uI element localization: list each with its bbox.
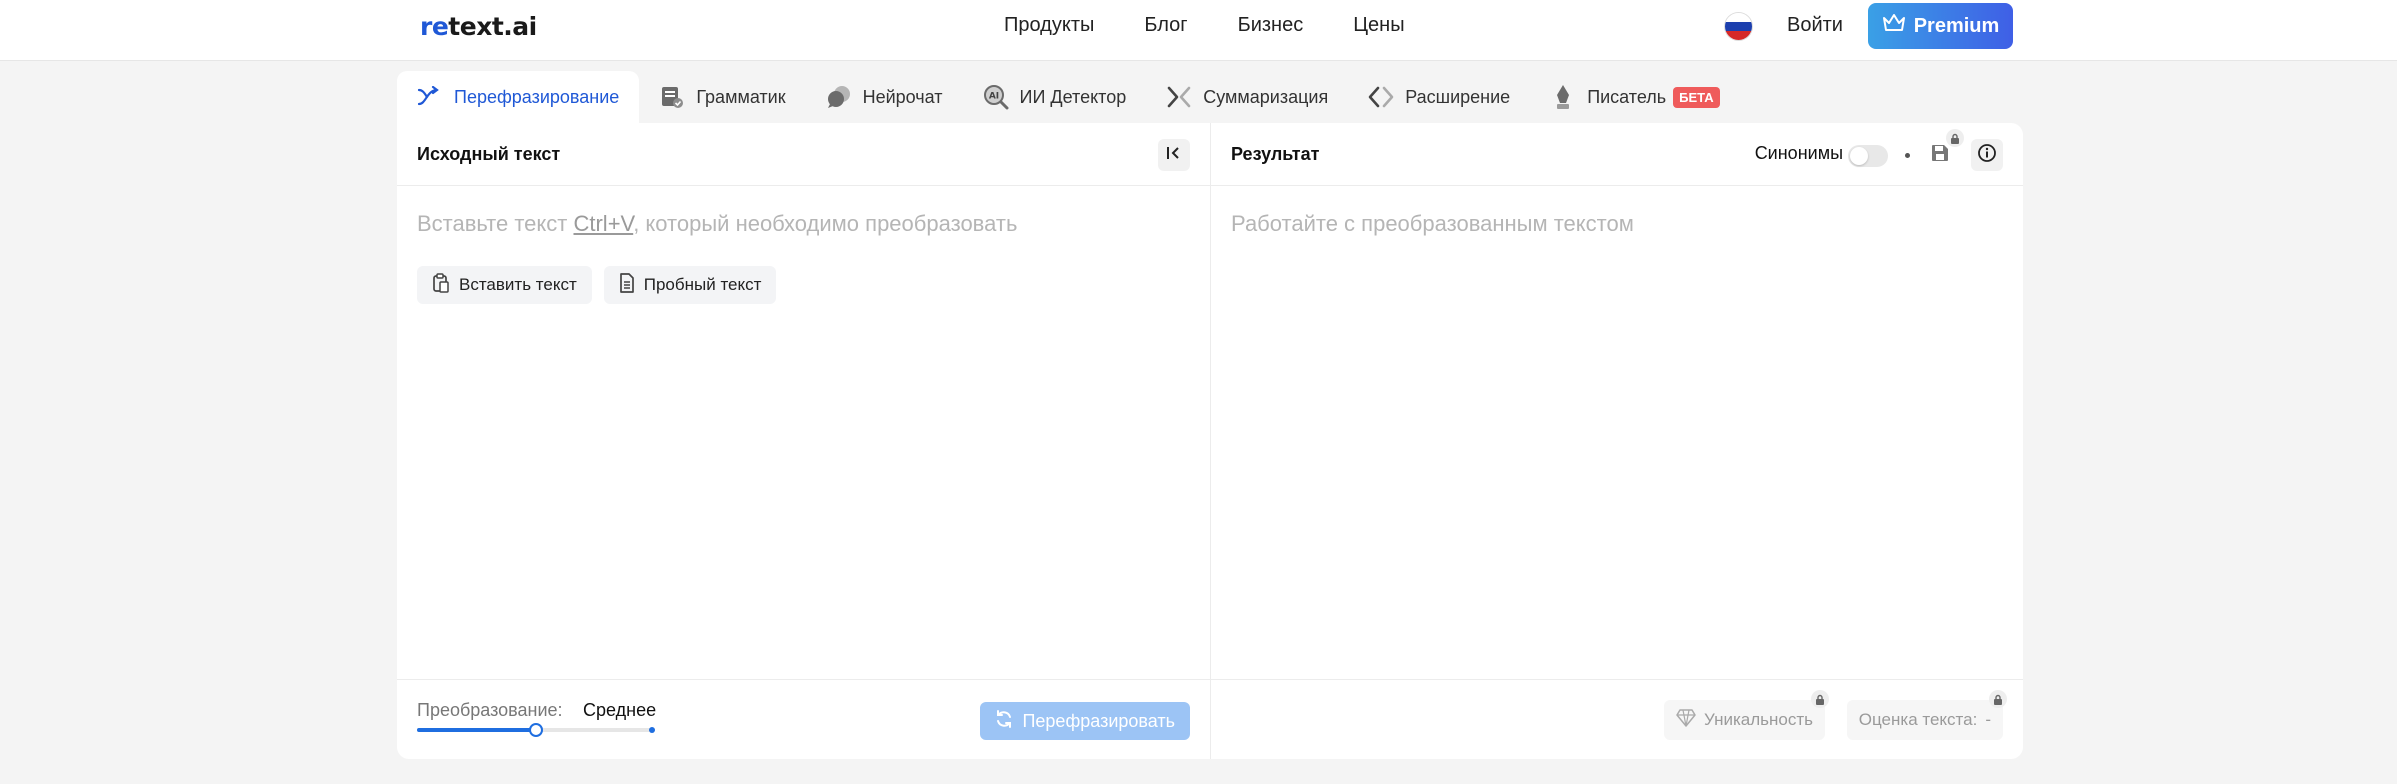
tab-ai-detector[interactable]: AI ИИ Детектор [963, 71, 1147, 123]
paste-text-button[interactable]: Вставить текст [417, 266, 592, 304]
source-actions: Вставить текст Пробный текст [417, 266, 777, 304]
tab-expansion[interactable]: Расширение [1348, 71, 1530, 123]
source-header: Исходный текст [397, 123, 1210, 186]
collapse-button[interactable] [1158, 139, 1190, 171]
svg-text:AI: AI [988, 92, 998, 102]
tab-grammar[interactable]: Грамматик [639, 71, 805, 123]
text-score-value: - [1985, 710, 1991, 729]
slider-end-dot [649, 727, 655, 733]
crown-icon [1882, 12, 1906, 40]
paste-shortcut: Ctrl+V [573, 211, 634, 236]
paraphrase-icon [417, 84, 443, 110]
grammar-icon [659, 84, 685, 110]
tab-paraphrase[interactable]: Перефразирование [397, 71, 640, 123]
lock-icon [1811, 690, 1829, 708]
save-button[interactable] [1924, 129, 1964, 171]
source-title: Исходный текст [417, 143, 561, 164]
synonyms-label: Синонимы [1754, 143, 1843, 163]
paraphrase-button[interactable]: Перефразировать [980, 702, 1190, 740]
diamond-icon [1676, 708, 1696, 732]
result-title: Результат [1231, 143, 1320, 164]
conversion-label: Преобразование: [417, 700, 563, 720]
source-footer: Преобразование: Среднее Перефразировать [397, 679, 1210, 759]
editor-area: Исходный текст Вставьте текст Ctrl+V, ко… [397, 123, 2023, 759]
result-footer: Уникальность Оценка текста: - [1211, 679, 2023, 759]
result-panel: Результат Синонимы Работайте с преобразо… [1211, 123, 2023, 759]
separator-dot [1905, 153, 1910, 158]
logo[interactable]: retext.ai [420, 12, 537, 41]
lock-icon [1946, 129, 1964, 147]
document-icon [619, 272, 635, 298]
clipboard-icon [432, 272, 450, 298]
info-icon [1977, 143, 1997, 168]
toggle-knob [1850, 147, 1868, 165]
uniqueness-button[interactable]: Уникальность [1664, 690, 1829, 740]
info-button[interactable] [1971, 139, 2003, 171]
nav-business[interactable]: Бизнес [1238, 14, 1304, 37]
writer-icon [1550, 84, 1576, 110]
result-header: Результат Синонимы [1211, 123, 2023, 186]
beta-badge: БЕТА [1673, 86, 1720, 108]
expand-icon [1368, 84, 1394, 110]
login-link[interactable]: Войти [1787, 14, 1843, 37]
nav-products[interactable]: Продукты [1004, 14, 1094, 37]
summary-icon [1166, 84, 1192, 110]
main-nav: Продукты Блог Бизнес Цены [1004, 14, 1405, 37]
text-score-button[interactable]: Оценка текста: - [1846, 690, 2007, 740]
slider-thumb[interactable] [529, 723, 543, 737]
ai-detector-icon: AI [983, 84, 1009, 110]
source-input[interactable]: Вставьте текст Ctrl+V, который необходим… [417, 211, 1017, 237]
nav-prices[interactable]: Цены [1353, 14, 1404, 37]
synonyms-toggle[interactable] [1848, 145, 1888, 167]
language-flag-icon[interactable] [1725, 13, 1752, 40]
nav-blog[interactable]: Блог [1144, 14, 1187, 37]
collapse-left-icon [1166, 146, 1182, 165]
tab-summarization[interactable]: Суммаризация [1146, 71, 1348, 123]
slider-fill [417, 728, 536, 732]
chat-icon [826, 84, 852, 110]
tab-writer[interactable]: Писатель БЕТА [1530, 71, 1739, 123]
conversion-slider[interactable] [417, 723, 655, 737]
source-panel: Исходный текст Вставьте текст Ctrl+V, ко… [397, 123, 1211, 759]
lock-icon [1989, 690, 2007, 708]
result-output: Работайте с преобразованным текстом [1231, 211, 1634, 236]
conversion-value: Среднее [583, 700, 657, 720]
save-icon [1931, 144, 1949, 167]
top-header: retext.ai Продукты Блог Бизнес Цены Войт… [0, 0, 2397, 61]
sample-text-button[interactable]: Пробный текст [603, 266, 777, 304]
premium-button[interactable]: Premium [1868, 3, 2013, 49]
tool-tabs: Перефразирование Грамматик Нейрочат AI И… [397, 71, 1740, 123]
tab-neurochat[interactable]: Нейрочат [806, 71, 963, 123]
refresh-icon [995, 709, 1013, 733]
